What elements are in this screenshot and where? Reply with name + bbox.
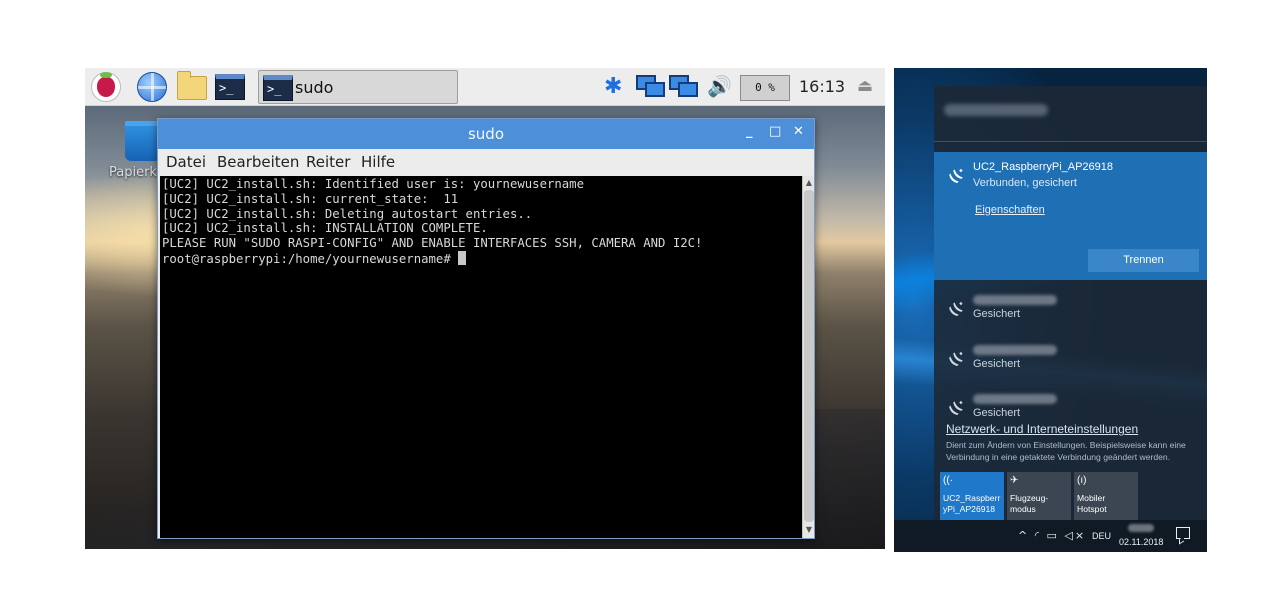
trash-label[interactable]: Papierk bbox=[109, 165, 157, 180]
network-security: Gesichert bbox=[973, 308, 1021, 320]
connection-status: Verbunden, gesichert bbox=[973, 177, 1077, 189]
eject-icon[interactable]: ⏏ bbox=[857, 76, 873, 96]
network-security: Gesichert bbox=[973, 407, 1021, 419]
blurred-time bbox=[1128, 524, 1154, 532]
wifi-icon: ((· bbox=[943, 475, 953, 486]
terminal-line: PLEASE RUN "SUDO RASPI-CONFIG" AND ENABL… bbox=[162, 236, 703, 251]
web-browser-icon[interactable] bbox=[137, 72, 167, 102]
scrollbar-thumb[interactable] bbox=[804, 190, 814, 522]
taskbar-item-label: sudo bbox=[295, 78, 334, 97]
flyout-header bbox=[934, 86, 1207, 142]
bluetooth-icon[interactable]: ✱ bbox=[604, 74, 622, 99]
network-settings-description: Dient zum Ändern von Einstellungen. Beis… bbox=[946, 440, 1186, 462]
network-security: Gesichert bbox=[973, 358, 1021, 370]
blurred-network-name bbox=[973, 345, 1057, 355]
quick-action-airplane-mode[interactable]: ✈ Flugzeug- modus bbox=[1007, 472, 1071, 520]
terminal-icon: >_ bbox=[263, 75, 293, 101]
menu-bar: Datei Bearbeiten Reiter Hilfe bbox=[158, 149, 814, 175]
windows-network-panel: ((· UC2_RaspberryPi_AP26918 Verbunden, g… bbox=[894, 68, 1207, 552]
hotspot-icon: (ı) bbox=[1077, 475, 1087, 486]
trash-icon[interactable] bbox=[125, 121, 161, 161]
scroll-up-icon[interactable]: ▲ bbox=[804, 177, 814, 189]
wifi-icon: ((· bbox=[946, 396, 969, 419]
properties-link[interactable]: Eigenschaften bbox=[975, 204, 1045, 216]
terminal-prompt: root@raspberrypi:/home/yournewusername# bbox=[162, 251, 459, 266]
file-manager-icon[interactable] bbox=[177, 71, 207, 102]
minimize-button[interactable]: _ bbox=[746, 124, 753, 139]
window-title: sudo bbox=[467, 125, 505, 143]
terminal-prompt-line: root@raspberrypi:/home/yournewusername# bbox=[162, 250, 800, 267]
taskbar-item-sudo[interactable]: >_ sudo bbox=[258, 70, 458, 104]
terminal-line: [UC2] UC2_install.sh: Deleting autostart… bbox=[162, 206, 533, 221]
volume-icon[interactable]: 🔊 bbox=[707, 74, 732, 98]
terminal-scrollbar[interactable]: ▲ ▼ bbox=[802, 176, 814, 538]
terminal-line: [UC2] UC2_install.sh: Identified user is… bbox=[162, 177, 584, 191]
text-cursor bbox=[458, 250, 467, 265]
connected-network[interactable]: ((· UC2_RaspberryPi_AP26918 Verbunden, g… bbox=[934, 152, 1207, 280]
blurred-network-name bbox=[973, 394, 1057, 404]
menu-reiter[interactable]: Reiter bbox=[306, 153, 350, 171]
network-flyout: ((· UC2_RaspberryPi_AP26918 Verbunden, g… bbox=[934, 86, 1207, 520]
raspberry-pi-desktop: Papierk >_ >_ sudo ✱ 🔊 0 % 16:13 ⏏ sudo … bbox=[85, 68, 885, 549]
close-button[interactable]: ✕ bbox=[793, 124, 804, 139]
menu-hilfe[interactable]: Hilfe bbox=[361, 153, 395, 171]
input-language[interactable]: DEU bbox=[1092, 531, 1111, 541]
menu-bearbeiten[interactable]: Bearbeiten bbox=[217, 153, 299, 171]
wifi-icon: ((· bbox=[946, 297, 969, 320]
terminal-launcher-icon[interactable]: >_ bbox=[215, 72, 245, 102]
windows-taskbar: ^ ◜ ▭ ◁× DEU 02.11.2018 bbox=[894, 520, 1207, 552]
cpu-usage-monitor[interactable]: 0 % bbox=[740, 75, 790, 101]
terminal-line: [UC2] UC2_install.sh: INSTALLATION COMPL… bbox=[162, 221, 488, 236]
wifi-icon: ((· bbox=[946, 164, 969, 187]
menu-datei[interactable]: Datei bbox=[166, 153, 206, 171]
network-settings-link[interactable]: Netzwerk- und Interneteinstellungen bbox=[946, 422, 1138, 436]
quick-action-label: Flugzeug- modus bbox=[1010, 493, 1049, 514]
airplane-icon: ✈ bbox=[1010, 475, 1019, 486]
quick-action-label: Mobiler Hotspot bbox=[1077, 493, 1107, 514]
network-icon[interactable] bbox=[669, 75, 699, 99]
wifi-icon: ((· bbox=[946, 347, 969, 370]
terminal-window: sudo _ □ ✕ Datei Bearbeiten Reiter Hilfe… bbox=[157, 118, 815, 539]
quick-action-label: UC2_Raspberr yPi_AP26918 bbox=[943, 493, 1001, 514]
scroll-down-icon[interactable]: ▼ bbox=[804, 524, 814, 536]
taskbar-date[interactable]: 02.11.2018 bbox=[1119, 537, 1163, 547]
network-icon[interactable] bbox=[636, 75, 666, 99]
maximize-button[interactable]: □ bbox=[769, 124, 781, 139]
raspberry-menu-icon[interactable] bbox=[91, 72, 121, 102]
disconnect-button[interactable]: Trennen bbox=[1088, 249, 1199, 272]
window-titlebar[interactable]: sudo _ □ ✕ bbox=[158, 119, 814, 149]
system-tray-icons[interactable]: ^ ◜ ▭ ◁× bbox=[1018, 529, 1086, 542]
blurred-network-name bbox=[973, 295, 1057, 305]
quick-action-wifi[interactable]: ((· UC2_Raspberr yPi_AP26918 bbox=[940, 472, 1004, 520]
clock[interactable]: 16:13 bbox=[799, 77, 845, 96]
blurred-network-name bbox=[944, 104, 1048, 116]
notification-center-icon[interactable] bbox=[1176, 527, 1190, 539]
terminal-line: [UC2] UC2_install.sh: current_state: 11 bbox=[162, 191, 459, 206]
terminal-output[interactable]: [UC2] UC2_install.sh: Identified user is… bbox=[160, 176, 802, 538]
network-ssid: UC2_RaspberryPi_AP26918 bbox=[973, 161, 1114, 173]
network-list-item[interactable]: ((· Gesichert bbox=[934, 336, 1207, 384]
quick-action-mobile-hotspot[interactable]: (ı) Mobiler Hotspot bbox=[1074, 472, 1138, 520]
network-list-item[interactable]: ((· Gesichert bbox=[934, 286, 1207, 334]
rpi-taskbar: >_ >_ sudo ✱ 🔊 0 % 16:13 ⏏ bbox=[85, 68, 885, 106]
